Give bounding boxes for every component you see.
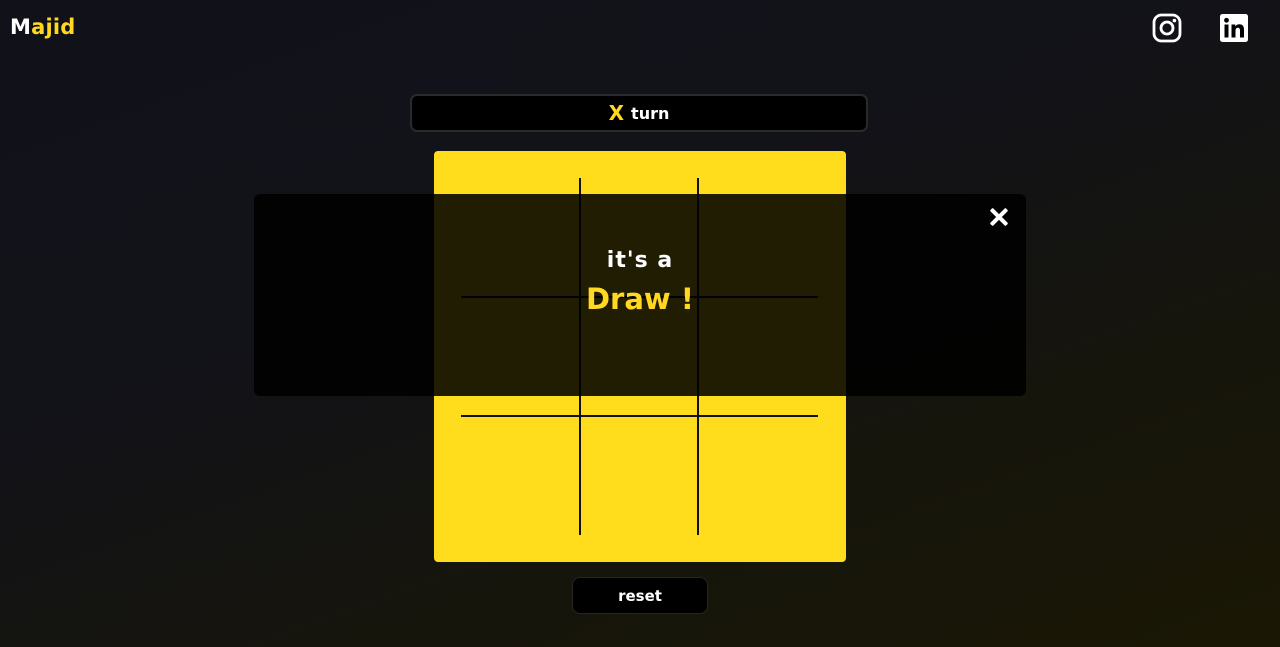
board-cell-9[interactable]	[699, 416, 817, 534]
instagram-link[interactable]	[1152, 13, 1182, 43]
logo-rest: ajid	[31, 15, 76, 39]
logo: Majid	[10, 15, 76, 39]
linkedin-link[interactable]	[1219, 13, 1249, 43]
current-player: X	[608, 101, 625, 125]
turn-indicator: X turn	[410, 94, 868, 132]
reset-button[interactable]: reset	[572, 577, 708, 614]
result-prefix: it's a	[606, 248, 674, 273]
logo-initial: M	[10, 15, 32, 39]
board-cell-7[interactable]	[461, 416, 579, 534]
linkedin-icon	[1220, 14, 1248, 42]
turn-label: turn	[631, 103, 670, 123]
instagram-icon	[1152, 13, 1182, 43]
board-cell-8[interactable]	[580, 416, 698, 534]
result-modal: it's a Draw !	[254, 194, 1026, 396]
close-icon[interactable]	[984, 202, 1014, 232]
result-message: Draw !	[585, 282, 695, 316]
